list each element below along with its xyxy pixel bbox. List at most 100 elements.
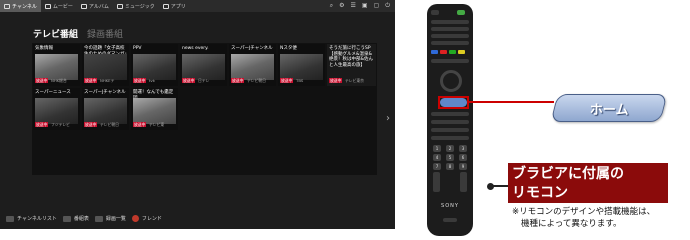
help-icon[interactable]: ▣ xyxy=(362,0,368,12)
channel-rocker[interactable] xyxy=(460,172,467,192)
power-icon[interactable]: ⏻ xyxy=(385,0,390,12)
program-thumbnail xyxy=(133,54,176,80)
friend-button[interactable]: フレンド xyxy=(131,215,162,222)
channel-name: 日テレ xyxy=(198,78,210,83)
channel-name: テレビ朝日 xyxy=(100,122,119,127)
red-button[interactable] xyxy=(440,50,447,54)
remote-button-row[interactable] xyxy=(431,120,469,124)
program-tile[interactable]: Nスタ便 放送中 TBS xyxy=(278,44,325,86)
program-thumbnail xyxy=(84,54,127,80)
num-key[interactable]: 1 xyxy=(433,145,441,152)
tv-icon xyxy=(4,3,10,9)
num-key[interactable]: 4 xyxy=(433,154,441,161)
green-button[interactable] xyxy=(449,50,456,54)
channel-list-button[interactable]: チャンネルリスト xyxy=(6,215,57,222)
bottom-bar: チャンネルリスト 番組表 録画一覧 フレンド xyxy=(0,208,395,229)
chevron-right-icon[interactable]: › xyxy=(386,113,390,124)
num-key[interactable]: 8 xyxy=(446,163,454,170)
section-title[interactable]: テレビ番組 xyxy=(33,27,78,40)
key-icon xyxy=(6,215,14,222)
tab-channel[interactable]: チャンネル xyxy=(0,0,41,12)
program-tile[interactable]: スーパーJチャンネル 放送中 テレビ朝日 xyxy=(82,88,129,130)
remote-button-row[interactable] xyxy=(431,20,469,24)
remote-button[interactable] xyxy=(443,218,457,222)
program-tile[interactable]: PPV 放送中 tvk xyxy=(131,44,178,86)
pointer-line xyxy=(492,185,508,187)
channel-name: テレビ朝日 xyxy=(247,78,266,83)
on-air-badge: 放送中 xyxy=(35,78,49,83)
on-air-badge: 放送中 xyxy=(231,78,245,83)
film-icon xyxy=(44,3,51,9)
program-tile[interactable]: 気象情報 放送中 NHK総合 xyxy=(33,44,80,86)
tab-apps[interactable]: アプリ xyxy=(159,0,190,12)
program-thumbnail xyxy=(35,98,78,124)
program-guide-button[interactable]: 番組表 xyxy=(62,215,89,222)
on-air-badge: 放送中 xyxy=(133,122,147,127)
channel-name: テレビ東 xyxy=(149,122,165,127)
remote-button[interactable] xyxy=(431,10,439,15)
bottom-label: 録画一覧 xyxy=(105,216,126,222)
bottom-label: フレンド xyxy=(141,216,162,222)
num-key[interactable]: 6 xyxy=(459,154,467,161)
recorded-list-button[interactable]: 録画一覧 xyxy=(94,215,126,222)
program-tile[interactable]: 今の話題「女子高校生のためのダマンガ」 放送中 NHKEテ xyxy=(82,44,129,86)
tab-movie[interactable]: ムービー xyxy=(41,0,77,12)
remote-button-row[interactable] xyxy=(431,59,469,63)
remote-brand: SONY xyxy=(441,203,459,209)
on-air-badge: 放送中 xyxy=(329,78,343,83)
screenshot-root: チャンネル ムービー アルバム ミュージック アプリ ⌕ ⚙ ☰ ▣ ▢ ⏻ テ… xyxy=(0,0,690,240)
remote-button-row[interactable] xyxy=(431,27,469,31)
remote-button-row[interactable] xyxy=(431,128,469,132)
settings-icon[interactable]: ⚙ xyxy=(339,0,344,12)
section-title-recorded[interactable]: 録画番組 xyxy=(87,27,123,40)
power-button[interactable] xyxy=(457,10,465,15)
program-thumbnail xyxy=(35,54,78,80)
program-title: 気象情報 xyxy=(35,46,53,51)
program-title: news every. xyxy=(182,46,209,51)
on-air-badge: 放送中 xyxy=(182,78,196,83)
info-icon[interactable]: ▢ xyxy=(374,0,380,12)
program-thumbnail xyxy=(133,98,176,124)
note-line1: ※リモコンのデザインや搭載機能は、 xyxy=(512,207,656,217)
on-air-badge: 放送中 xyxy=(35,122,49,127)
program-title: Nスタ便 xyxy=(280,46,297,51)
channel-name: テレビ東京 xyxy=(345,78,364,83)
remote-button-row[interactable] xyxy=(431,41,469,45)
dpad[interactable] xyxy=(440,70,462,92)
remote-button-row[interactable] xyxy=(431,136,469,140)
blue-button[interactable] xyxy=(431,50,438,54)
num-key[interactable]: 5 xyxy=(446,154,454,161)
yellow-button[interactable] xyxy=(458,50,465,54)
program-grid: 気象情報 放送中 NHK総合 今の話題「女子高校生のためのダマンガ」 放送中 N… xyxy=(32,43,377,175)
menu-icon[interactable]: ☰ xyxy=(351,0,356,12)
bottom-label: チャンネルリスト xyxy=(17,216,57,222)
program-tile[interactable]: スーパーニュース 放送中 フジテレビ xyxy=(33,88,80,130)
remote-button-row[interactable] xyxy=(431,112,469,116)
program-tile[interactable]: スーパーJチャンネル 放送中 テレビ朝日 xyxy=(229,44,276,86)
channel-name: tvk xyxy=(149,78,155,83)
tab-album[interactable]: アルバム xyxy=(77,0,113,12)
bottom-label: 番組表 xyxy=(73,216,89,222)
program-tile[interactable]: そうだ旅に行こうSP【感動グルメ&温泉&絶景！秋は中部&佐んと人生最高の旅】 放… xyxy=(327,44,376,86)
program-tile[interactable]: 開運！なんでも鑑定団 放送中 テレビ東 xyxy=(131,88,178,130)
tab-label: アルバム xyxy=(88,3,109,10)
tab-music[interactable]: ミュージック xyxy=(113,0,159,12)
search-icon[interactable]: ⌕ xyxy=(330,0,333,12)
num-key[interactable]: 9 xyxy=(459,163,467,170)
remote-caption: ブラビアに付属の リモコン xyxy=(508,163,668,203)
channel-name: TBS xyxy=(296,78,304,83)
tv-screen: チャンネル ムービー アルバム ミュージック アプリ ⌕ ⚙ ☰ ▣ ▢ ⏻ テ… xyxy=(0,0,395,229)
disclaimer-note: ※リモコンのデザインや搭載機能は、 機種によって異なります。 xyxy=(512,206,690,230)
remote-button-row[interactable] xyxy=(431,34,469,38)
num-key[interactable]: 2 xyxy=(446,145,454,152)
channel-name: NHKEテ xyxy=(100,78,115,83)
highlight-connector xyxy=(469,101,554,103)
volume-rocker[interactable] xyxy=(433,172,440,192)
program-title: スーパーJチャンネル xyxy=(84,90,126,95)
program-title: スーパーJチャンネル xyxy=(231,46,273,51)
num-key[interactable]: 7 xyxy=(433,163,441,170)
program-tile[interactable]: news every. 放送中 日テレ xyxy=(180,44,227,86)
num-key[interactable]: 3 xyxy=(459,145,467,152)
on-air-badge: 放送中 xyxy=(84,122,98,127)
key-icon xyxy=(62,215,71,222)
